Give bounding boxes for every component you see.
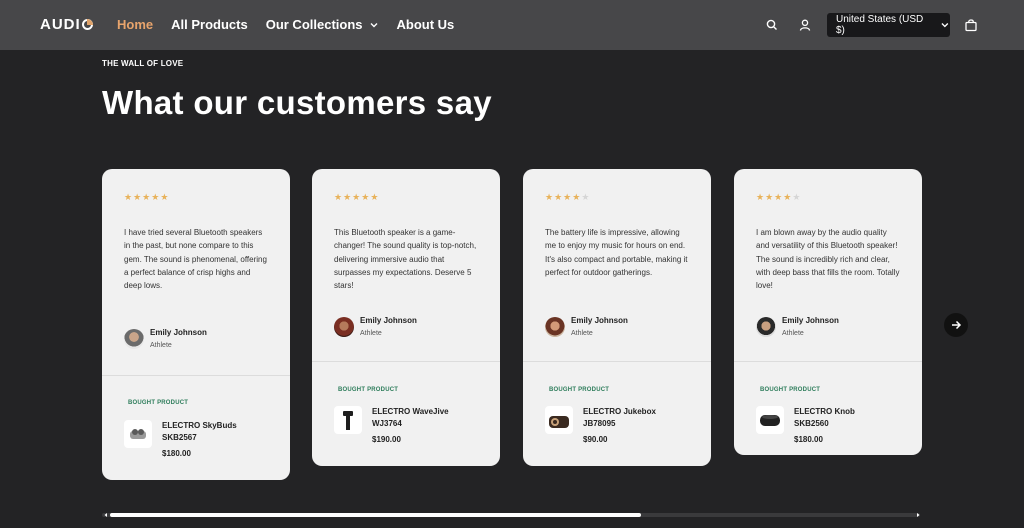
rating-stars: ★ ★ ★ ★ ★ bbox=[756, 192, 800, 202]
testimonial-card: ★ ★ ★ ★ ★ The battery life is impressive, al… bbox=[523, 169, 711, 466]
author: Emily Johnson Athlete bbox=[124, 328, 207, 349]
author-role: Athlete bbox=[782, 330, 804, 337]
bought-product-label: BOUGHT PRODUCT bbox=[338, 387, 399, 393]
nav-our-collections[interactable]: Our Collections bbox=[266, 17, 379, 32]
bought-product[interactable]: ELECTRO Jukebox JB78095 $90.00 bbox=[545, 406, 673, 444]
author-name: Emily Johnson bbox=[571, 316, 628, 325]
arrow-right-icon bbox=[952, 320, 962, 330]
author: Emily Johnson Athlete bbox=[545, 316, 628, 337]
bought-product-label: BOUGHT PRODUCT bbox=[128, 400, 189, 406]
star-filled-icon: ★ bbox=[756, 192, 765, 202]
card-divider bbox=[734, 361, 922, 362]
star-filled-icon: ★ bbox=[334, 192, 343, 202]
star-empty-icon: ★ bbox=[792, 192, 801, 202]
star-empty-icon: ★ bbox=[581, 192, 590, 202]
nav-all-products[interactable]: All Products bbox=[171, 17, 248, 32]
star-filled-icon: ★ bbox=[142, 192, 151, 202]
star-filled-icon: ★ bbox=[160, 192, 169, 202]
star-filled-icon: ★ bbox=[765, 192, 774, 202]
avatar bbox=[124, 328, 144, 349]
testimonial-quote: This Bluetooth speaker is a game-changer… bbox=[334, 228, 477, 291]
carousel-next-button[interactable] bbox=[944, 313, 968, 337]
currency-selector[interactable]: United States (USD $) bbox=[827, 13, 950, 37]
nav-about-us[interactable]: About Us bbox=[397, 17, 455, 32]
bought-product[interactable]: ELECTRO WaveJive WJ3764 $190.00 bbox=[334, 406, 462, 444]
nav-our-collections-label: Our Collections bbox=[265, 17, 363, 32]
bought-product-label: BOUGHT PRODUCT bbox=[549, 387, 610, 393]
logo-text: AUDI bbox=[40, 16, 81, 33]
star-filled-icon: ★ bbox=[343, 192, 352, 202]
avatar bbox=[334, 316, 354, 337]
earbuds-icon bbox=[124, 420, 152, 448]
author-name: Emily Johnson bbox=[150, 328, 207, 337]
author-name: Emily Johnson bbox=[782, 316, 839, 325]
card-divider bbox=[312, 361, 500, 362]
author-name: Emily Johnson bbox=[360, 316, 417, 325]
testimonial-card: ★ ★ ★ ★ ★ I am blown away by the audio quali… bbox=[734, 169, 922, 455]
testimonial-quote: I am blown away by the audio quality and… bbox=[756, 228, 900, 291]
product-name: ELECTRO Jukebox JB78095 bbox=[583, 407, 656, 428]
bought-product[interactable]: ELECTRO SkyBuds SKB2567 $180.00 bbox=[124, 420, 252, 458]
product-price: $180.00 bbox=[794, 435, 823, 444]
author: Emily Johnson Athlete bbox=[756, 316, 839, 337]
testimonial-card: ★ ★ ★ ★ ★ This Bluetooth speaker is a game-c… bbox=[312, 169, 500, 466]
author-role: Athlete bbox=[571, 330, 593, 337]
knob-speaker-icon bbox=[756, 406, 784, 434]
testimonial-card: ★ ★ ★ ★ ★ I have tried several Bluetooth spe… bbox=[102, 169, 290, 480]
star-filled-icon: ★ bbox=[151, 192, 160, 202]
chevron-down-icon bbox=[941, 23, 949, 28]
scroll-left-arrow-icon[interactable] bbox=[103, 512, 109, 518]
site-header: AUDI Home All Products Our Collections A… bbox=[0, 0, 1024, 50]
author: Emily Johnson Athlete bbox=[334, 316, 417, 337]
star-filled-icon: ★ bbox=[783, 192, 792, 202]
chevron-down-icon bbox=[370, 22, 377, 27]
carousel-scrollbar-thumb[interactable] bbox=[110, 513, 641, 517]
star-filled-icon: ★ bbox=[554, 192, 563, 202]
avatar bbox=[756, 316, 776, 337]
rating-stars: ★ ★ ★ ★ ★ bbox=[334, 192, 378, 202]
testimonial-quote: The battery life is impressive, allowing… bbox=[545, 228, 688, 277]
section-title: What our customers say bbox=[102, 84, 492, 121]
logo[interactable]: AUDI bbox=[40, 16, 93, 33]
scroll-right-arrow-icon[interactable] bbox=[915, 512, 921, 518]
product-price: $90.00 bbox=[583, 435, 608, 444]
account-icon[interactable] bbox=[798, 18, 812, 32]
product-name: ELECTRO SkyBuds SKB2567 bbox=[162, 421, 237, 442]
avatar bbox=[545, 316, 565, 337]
card-divider bbox=[523, 361, 711, 362]
cart-bag-icon[interactable] bbox=[964, 18, 978, 32]
bought-product[interactable]: ELECTRO Knob SKB2560 $180.00 bbox=[756, 406, 884, 444]
product-price: $190.00 bbox=[372, 435, 401, 444]
star-filled-icon: ★ bbox=[124, 192, 133, 202]
author-role: Athlete bbox=[360, 330, 382, 337]
star-filled-icon: ★ bbox=[361, 192, 370, 202]
product-price: $180.00 bbox=[162, 449, 191, 458]
logo-mark-icon bbox=[81, 19, 93, 30]
author-role: Athlete bbox=[150, 342, 172, 349]
main-nav: Home All Products Our Collections About … bbox=[117, 17, 454, 32]
product-name: ELECTRO WaveJive WJ3764 bbox=[372, 407, 449, 428]
bought-product-label: BOUGHT PRODUCT bbox=[760, 387, 821, 393]
star-filled-icon: ★ bbox=[352, 192, 361, 202]
nav-home[interactable]: Home bbox=[117, 17, 153, 32]
star-filled-icon: ★ bbox=[133, 192, 142, 202]
section-eyebrow: THE WALL OF LOVE bbox=[102, 59, 184, 68]
product-name: ELECTRO Knob SKB2560 bbox=[794, 407, 855, 428]
star-filled-icon: ★ bbox=[572, 192, 581, 202]
jukebox-icon bbox=[545, 406, 573, 434]
search-icon[interactable] bbox=[765, 18, 779, 32]
rating-stars: ★ ★ ★ ★ ★ bbox=[545, 192, 589, 202]
testimonial-quote: I have tried several Bluetooth speakers … bbox=[124, 228, 267, 291]
rating-stars: ★ ★ ★ ★ ★ bbox=[124, 192, 168, 202]
star-filled-icon: ★ bbox=[563, 192, 572, 202]
card-divider bbox=[102, 375, 290, 376]
star-filled-icon: ★ bbox=[370, 192, 379, 202]
star-filled-icon: ★ bbox=[774, 192, 783, 202]
star-filled-icon: ★ bbox=[545, 192, 554, 202]
currency-label: United States (USD $) bbox=[836, 14, 924, 36]
tower-speaker-icon bbox=[334, 406, 362, 434]
